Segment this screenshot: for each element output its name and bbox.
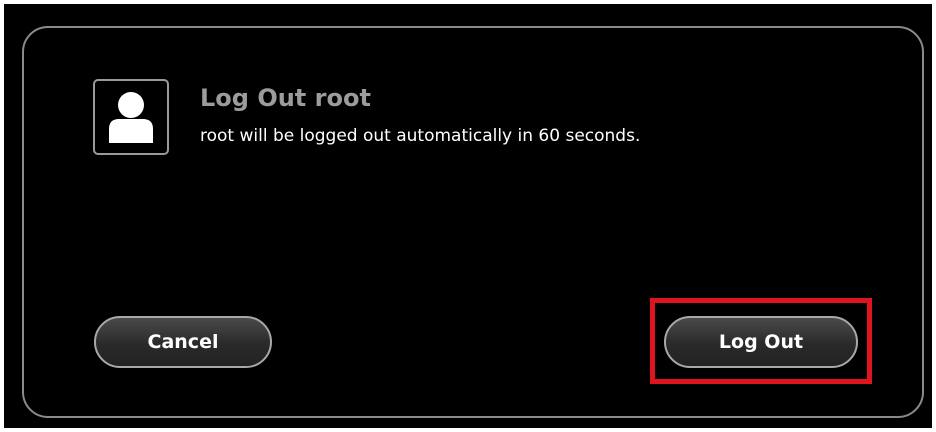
highlight-box — [650, 298, 872, 384]
user-icon — [93, 79, 169, 155]
cancel-button[interactable]: Cancel — [94, 316, 272, 368]
dialog-message: root will be logged out automatically in… — [200, 126, 641, 146]
dialog-title: Log Out root — [200, 84, 371, 112]
